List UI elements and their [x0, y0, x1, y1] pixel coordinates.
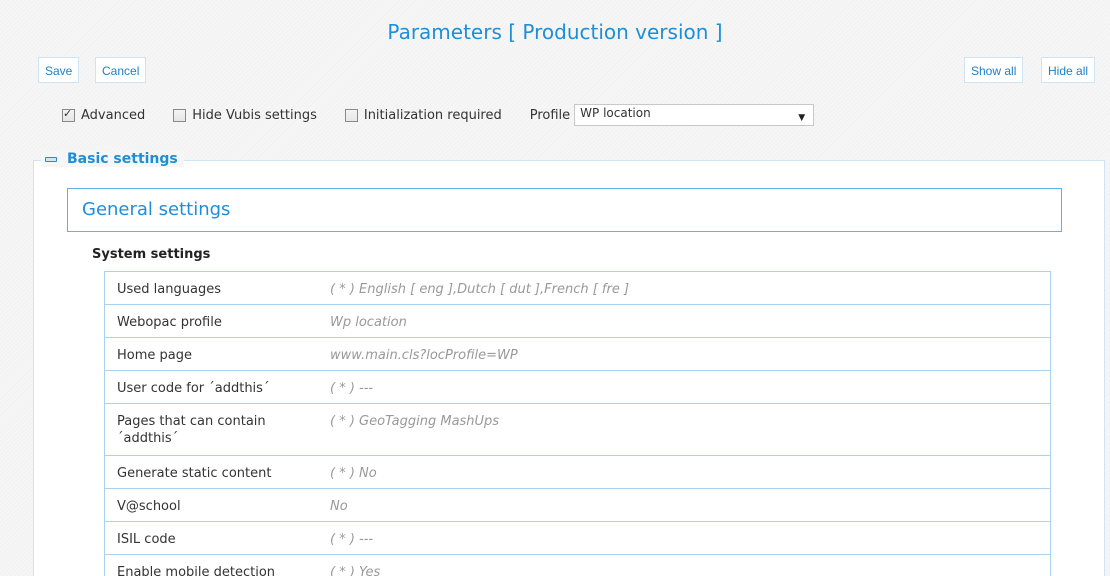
system-settings-table: Used languages ( * ) English [ eng ],Dut…	[104, 271, 1051, 576]
save-button[interactable]: Save	[38, 57, 80, 83]
setting-value: ( * ) ---	[330, 532, 374, 547]
options-bar: Advanced Hide Vubis settings Initializat…	[62, 104, 815, 126]
table-row[interactable]: Generate static content ( * ) No	[104, 456, 1051, 489]
setting-label: User code for ´addthis´	[117, 381, 270, 396]
setting-label: Pages that can contain ´addthis´	[117, 414, 266, 446]
hide-all-button[interactable]: Hide all	[1041, 57, 1096, 83]
setting-label: Webopac profile	[117, 315, 222, 330]
setting-value: www.main.cls?locProfile=WP	[330, 348, 518, 363]
table-row[interactable]: Home page www.main.cls?locProfile=WP	[104, 338, 1051, 371]
basic-settings-legend: Basic settings	[67, 151, 178, 167]
setting-value: Wp location	[330, 315, 407, 330]
profile-select[interactable]: WP location ▼	[574, 104, 815, 126]
init-required-option[interactable]: Initialization required	[344, 107, 502, 123]
init-required-label: Initialization required	[363, 107, 502, 123]
advanced-option[interactable]: Advanced	[62, 107, 146, 123]
show-all-button[interactable]: Show all	[964, 57, 1024, 83]
table-row[interactable]: Webopac profile Wp location	[104, 305, 1051, 338]
setting-label: Enable mobile detection	[117, 565, 276, 576]
table-row[interactable]: V@school No	[104, 489, 1051, 522]
hide-vubis-label: Hide Vubis settings	[192, 107, 317, 123]
dropdown-arrow-icon: ▼	[798, 113, 806, 123]
hide-vubis-checkbox[interactable]	[173, 108, 187, 122]
table-row[interactable]: User code for ´addthis´ ( * ) ---	[104, 371, 1051, 404]
profile-selected-value: WP location	[580, 106, 651, 120]
general-settings-header[interactable]: General settings	[67, 188, 1062, 232]
setting-value: No	[330, 499, 348, 514]
page-title: Parameters [ Production version ]	[387, 20, 723, 44]
setting-value: ( * ) No	[330, 466, 377, 481]
table-row[interactable]: Pages that can contain ´addthis´ ( * ) G…	[104, 404, 1051, 456]
setting-value: ( * ) English [ eng ],Dutch [ dut ],Fren…	[330, 282, 630, 297]
table-row[interactable]: Used languages ( * ) English [ eng ],Dut…	[104, 272, 1051, 305]
setting-value: ( * ) GeoTagging MashUps	[330, 414, 500, 429]
setting-label: V@school	[117, 499, 181, 514]
table-row[interactable]: ISIL code ( * ) ---	[104, 522, 1051, 555]
init-required-checkbox[interactable]	[344, 108, 358, 122]
profile-label: Profile	[529, 107, 571, 123]
parameters-page: Parameters [ Production version ] Save C…	[0, 0, 1110, 576]
hide-vubis-option[interactable]: Hide Vubis settings	[173, 108, 317, 123]
collapse-icon	[45, 156, 57, 162]
table-row[interactable]: Enable mobile detection ( * ) Yes	[104, 555, 1051, 576]
basic-settings-toggle[interactable]: Basic settings	[41, 151, 184, 167]
setting-label: Generate static content	[117, 466, 272, 481]
cancel-button[interactable]: Cancel	[95, 57, 147, 83]
system-settings-title: System settings	[92, 247, 211, 262]
setting-label: Used languages	[117, 282, 221, 297]
setting-label: ISIL code	[117, 532, 176, 547]
setting-value: ( * ) ---	[330, 381, 374, 396]
advanced-label: Advanced	[81, 107, 146, 123]
advanced-checkbox[interactable]	[62, 107, 75, 122]
setting-label: Home page	[117, 348, 192, 363]
setting-value: ( * ) Yes	[330, 565, 381, 576]
